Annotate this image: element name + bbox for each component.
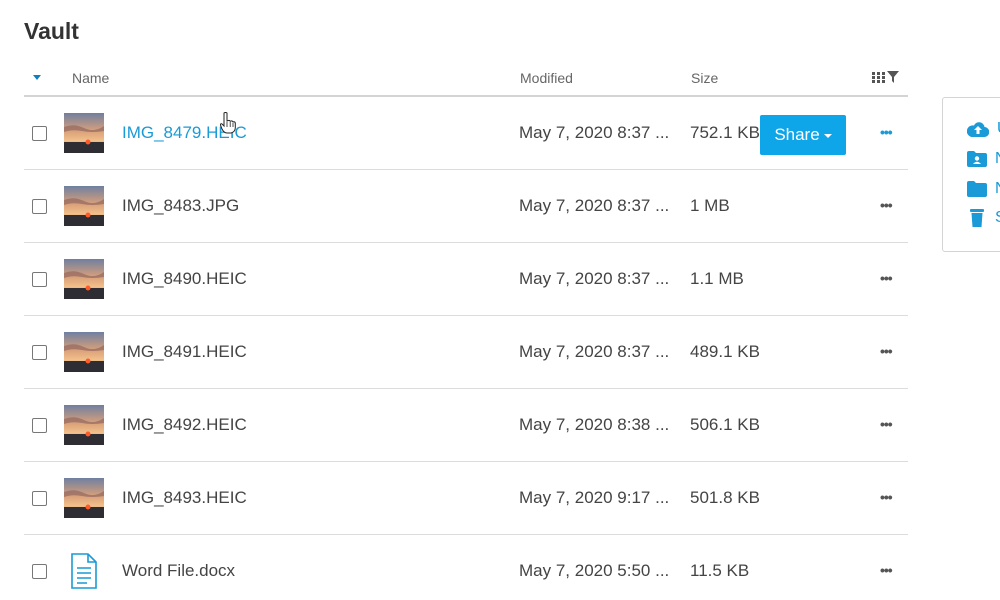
column-header-name[interactable]: Name	[72, 70, 109, 86]
side-item-new-shared-folder[interactable]: N	[967, 150, 1000, 168]
row-checkbox[interactable]	[32, 491, 47, 506]
image-thumbnail[interactable]	[64, 186, 104, 226]
sort-caret-icon[interactable]	[33, 75, 41, 80]
row-checkbox[interactable]	[32, 418, 47, 433]
side-item-new-folder[interactable]: N	[967, 180, 1000, 198]
document-file-icon	[64, 551, 104, 591]
file-size: 501.8 KB	[690, 488, 760, 507]
more-options-icon[interactable]: •••	[880, 270, 893, 286]
modified-date: May 7, 2020 8:37 ...	[519, 196, 670, 215]
image-thumbnail[interactable]	[64, 332, 104, 372]
image-thumbnail[interactable]	[64, 259, 104, 299]
row-checkbox[interactable]	[32, 126, 47, 141]
image-thumbnail[interactable]	[64, 113, 104, 153]
modified-date: May 7, 2020 8:37 ...	[519, 342, 670, 361]
file-table: Name Modified Size IMG_8479.HEIC May 7, …	[24, 60, 908, 600]
file-size: 1 MB	[690, 196, 730, 215]
image-thumbnail[interactable]	[64, 478, 104, 518]
grid-view-icon[interactable]	[872, 71, 885, 83]
modified-date: May 7, 2020 9:17 ...	[519, 488, 670, 507]
more-options-icon[interactable]: •••	[880, 124, 893, 140]
table-row[interactable]: IMG_8492.HEIC May 7, 2020 8:38 ... 506.1…	[24, 389, 908, 462]
side-item-label: S	[995, 209, 1000, 227]
table-header: Name Modified Size	[24, 60, 908, 97]
row-checkbox[interactable]	[32, 345, 47, 360]
column-header-modified[interactable]: Modified	[520, 70, 573, 86]
modified-date: May 7, 2020 8:38 ...	[519, 415, 670, 434]
file-name-link[interactable]: IMG_8493.HEIC	[122, 488, 247, 508]
folder-icon	[967, 181, 987, 197]
table-row[interactable]: IMG_8483.JPG May 7, 2020 8:37 ... 1 MB •…	[24, 170, 908, 243]
row-checkbox[interactable]	[32, 199, 47, 214]
table-row[interactable]: IMG_8493.HEIC May 7, 2020 9:17 ... 501.8…	[24, 462, 908, 535]
shared-folder-icon	[967, 151, 987, 167]
share-button[interactable]: Share	[760, 115, 846, 155]
image-thumbnail[interactable]	[64, 405, 104, 445]
side-item-label: N	[995, 180, 1000, 198]
file-name-link[interactable]: IMG_8490.HEIC	[122, 269, 247, 289]
side-item-label: N	[995, 150, 1000, 168]
file-name-link[interactable]: IMG_8491.HEIC	[122, 342, 247, 362]
row-checkbox[interactable]	[32, 272, 47, 287]
page-title: Vault	[24, 18, 79, 44]
modified-date: May 7, 2020 5:50 ...	[519, 561, 670, 580]
file-size: 1.1 MB	[690, 269, 744, 288]
side-item-deleted[interactable]: S	[967, 209, 1000, 227]
cloud-upload-icon	[967, 122, 989, 137]
side-actions-panel: U N N S	[942, 97, 1000, 252]
hand-pointer-cursor-icon	[220, 112, 236, 134]
more-options-icon[interactable]: •••	[880, 562, 893, 578]
file-size: 752.1 KB	[690, 123, 760, 142]
table-row[interactable]: IMG_8479.HEIC May 7, 2020 8:37 ... 752.1…	[24, 97, 908, 170]
column-header-size[interactable]: Size	[691, 70, 718, 86]
table-row[interactable]: IMG_8491.HEIC May 7, 2020 8:37 ... 489.1…	[24, 316, 908, 389]
more-options-icon[interactable]: •••	[880, 416, 893, 432]
file-name-link[interactable]: IMG_8483.JPG	[122, 196, 239, 216]
filter-icon[interactable]	[887, 71, 899, 83]
modified-date: May 7, 2020 8:37 ...	[519, 269, 670, 288]
more-options-icon[interactable]: •••	[880, 197, 893, 213]
row-checkbox[interactable]	[32, 564, 47, 579]
more-options-icon[interactable]: •••	[880, 489, 893, 505]
table-row[interactable]: Word File.docx May 7, 2020 5:50 ... 11.5…	[24, 535, 908, 600]
modified-date: May 7, 2020 8:37 ...	[519, 123, 670, 142]
share-button-label: Share	[774, 125, 820, 144]
more-options-icon[interactable]: •••	[880, 343, 893, 359]
caret-down-icon	[823, 134, 832, 138]
table-body: IMG_8479.HEIC May 7, 2020 8:37 ... 752.1…	[24, 97, 908, 600]
file-name-link[interactable]: Word File.docx	[122, 561, 235, 581]
table-row[interactable]: IMG_8490.HEIC May 7, 2020 8:37 ... 1.1 M…	[24, 243, 908, 316]
side-item-upload[interactable]: U	[967, 120, 1000, 138]
file-name-link[interactable]: IMG_8492.HEIC	[122, 415, 247, 435]
trash-icon	[970, 209, 984, 227]
file-size: 489.1 KB	[690, 342, 760, 361]
view-filter-controls	[872, 71, 899, 83]
file-size: 506.1 KB	[690, 415, 760, 434]
file-size: 11.5 KB	[690, 561, 750, 580]
